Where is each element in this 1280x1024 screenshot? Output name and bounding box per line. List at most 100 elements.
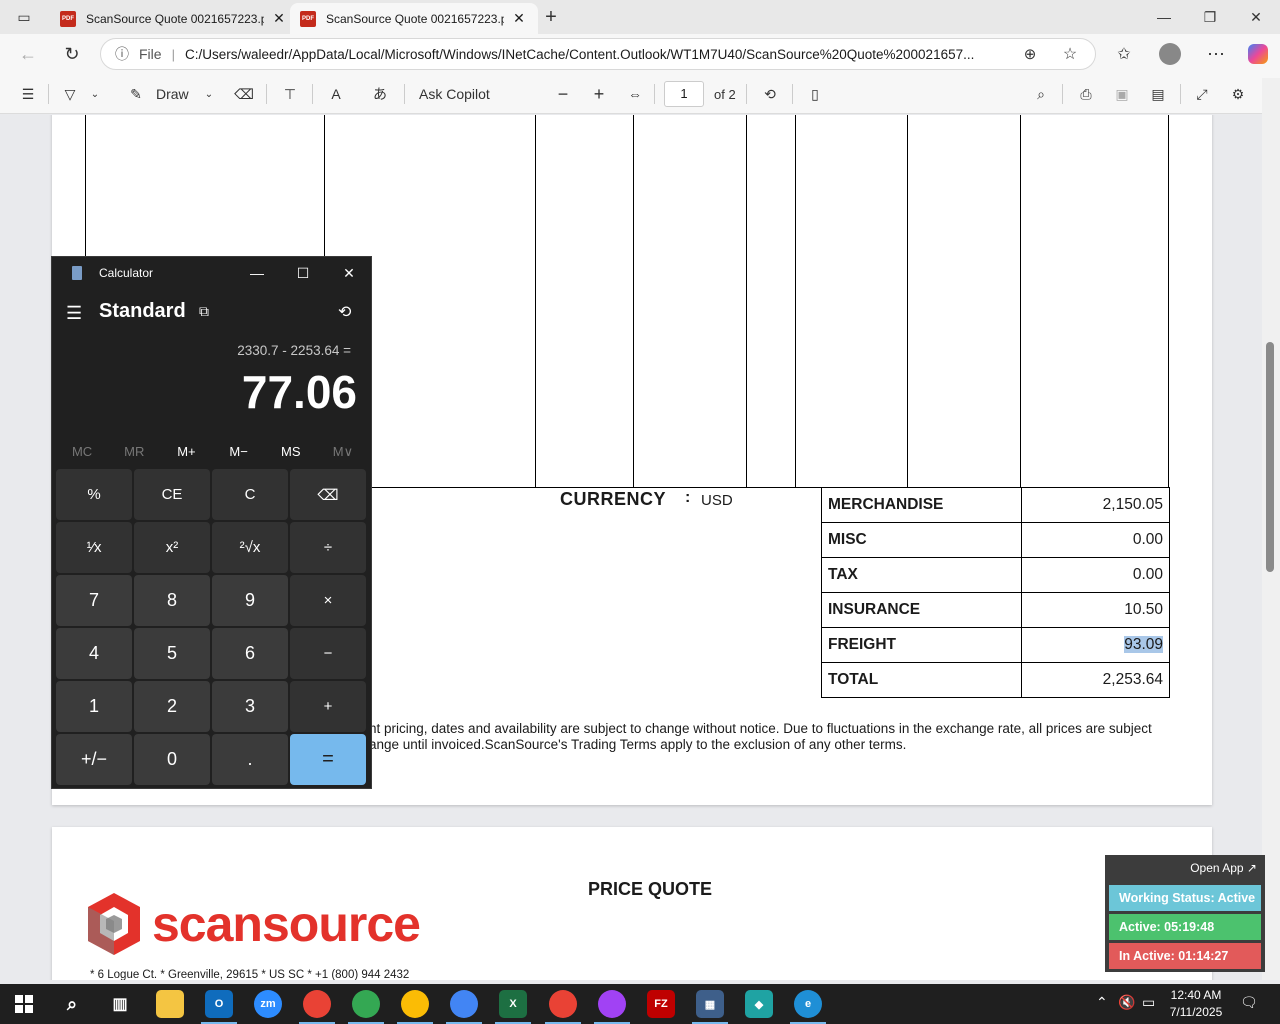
- equals-button[interactable]: =: [290, 734, 366, 785]
- square-root-button[interactable]: ²√x: [212, 522, 288, 573]
- reciprocal-button[interactable]: ¹⁄x: [56, 522, 132, 573]
- favorite-star-icon[interactable]: ☆: [1056, 40, 1084, 68]
- url-field[interactable]: ⓘ File | C:/Users/waleedr/AppData/Local/…: [100, 38, 1096, 70]
- digit-2-button[interactable]: 2: [134, 681, 210, 732]
- chrome-profile-icon[interactable]: [401, 990, 429, 1018]
- fullscreen-icon[interactable]: ⤢: [1190, 82, 1214, 106]
- outlook-icon[interactable]: O: [205, 990, 233, 1018]
- selected-text[interactable]: 93.09: [1124, 636, 1163, 653]
- digit-7-button[interactable]: 7: [56, 575, 132, 626]
- edge-icon[interactable]: e: [794, 990, 822, 1018]
- close-window-icon[interactable]: ✕: [1233, 0, 1279, 34]
- back-icon[interactable]: ←: [14, 40, 42, 68]
- hamburger-menu-icon[interactable]: ☰: [66, 303, 82, 324]
- network-icon[interactable]: ▭: [1142, 994, 1155, 1011]
- percent-button[interactable]: %: [56, 469, 132, 520]
- text-box-icon[interactable]: ⊤: [278, 82, 302, 106]
- profile-avatar[interactable]: [1156, 40, 1184, 68]
- restore-icon[interactable]: ❐: [1187, 0, 1233, 34]
- digit-0-button[interactable]: 0: [134, 734, 210, 785]
- rotate-icon[interactable]: ⟲: [758, 82, 782, 106]
- fit-width-icon[interactable]: ⇔: [623, 82, 647, 106]
- ask-copilot-button[interactable]: Ask Copilot: [419, 82, 490, 106]
- file-explorer-icon[interactable]: [156, 990, 184, 1018]
- zoom-in-icon[interactable]: +: [587, 82, 611, 106]
- digit-4-button[interactable]: 4: [56, 628, 132, 679]
- minimize-icon[interactable]: —: [234, 261, 280, 285]
- zoom-icon[interactable]: ⊕: [1016, 40, 1044, 68]
- page-number-input[interactable]: 1: [664, 81, 704, 107]
- totals-value-selected[interactable]: 93.09: [1021, 627, 1170, 663]
- draw-icon[interactable]: ✎: [124, 82, 148, 106]
- digit-8-button[interactable]: 8: [134, 575, 210, 626]
- chevron-down-icon[interactable]: ⌄: [200, 82, 218, 106]
- zoom-app-icon[interactable]: zm: [254, 990, 282, 1018]
- chrome-profile-icon[interactable]: [598, 990, 626, 1018]
- filezilla-icon[interactable]: FZ: [647, 990, 675, 1018]
- keep-on-top-icon[interactable]: ⧉: [199, 303, 209, 320]
- memory-list-button[interactable]: M∨: [317, 441, 369, 463]
- digit-6-button[interactable]: 6: [212, 628, 288, 679]
- favorites-icon[interactable]: ✩: [1110, 40, 1138, 68]
- vertical-scrollbar[interactable]: [1262, 78, 1280, 980]
- digit-3-button[interactable]: 3: [212, 681, 288, 732]
- digit-1-button[interactable]: 1: [56, 681, 132, 732]
- multiply-button[interactable]: ×: [290, 575, 366, 626]
- new-tab-icon[interactable]: +: [538, 5, 564, 29]
- chrome-profile-icon[interactable]: [450, 990, 478, 1018]
- search-icon[interactable]: ⌕: [58, 990, 86, 1018]
- app-icon[interactable]: ◆: [745, 990, 773, 1018]
- highlight-icon[interactable]: ▽: [58, 82, 82, 106]
- save-as-icon[interactable]: ▤: [1146, 82, 1170, 106]
- task-view-icon[interactable]: ▥: [106, 990, 134, 1018]
- history-icon[interactable]: ⟲: [338, 302, 351, 322]
- memory-add-button[interactable]: M+: [160, 441, 212, 463]
- copilot-icon[interactable]: [1244, 40, 1272, 68]
- close-icon[interactable]: ✕: [510, 10, 528, 27]
- digit-5-button[interactable]: 5: [134, 628, 210, 679]
- decimal-button[interactable]: .: [212, 734, 288, 785]
- clear-entry-button[interactable]: CE: [134, 469, 210, 520]
- page-view-icon[interactable]: ▯: [803, 82, 827, 106]
- windows-start-icon[interactable]: [10, 990, 38, 1018]
- tab-1[interactable]: PDF ScanSource Quote 0021657223.pdf ✕: [50, 3, 298, 34]
- calculator-taskbar-icon[interactable]: ▦: [696, 990, 724, 1018]
- excel-icon[interactable]: X: [499, 990, 527, 1018]
- zoom-out-icon[interactable]: −: [551, 82, 575, 106]
- tab-2[interactable]: PDF ScanSource Quote 0021657223.pdf ✕: [290, 3, 538, 34]
- chrome-profile-icon[interactable]: [352, 990, 380, 1018]
- subtract-button[interactable]: −: [290, 628, 366, 679]
- settings-gear-icon[interactable]: ⚙: [1226, 82, 1250, 106]
- maximize-icon[interactable]: ☐: [280, 261, 326, 285]
- show-hidden-icons-icon[interactable]: ⌃: [1096, 994, 1108, 1011]
- search-icon[interactable]: ⌕: [1029, 82, 1053, 106]
- divide-button[interactable]: ÷: [290, 522, 366, 573]
- contents-icon[interactable]: ☰: [16, 82, 40, 106]
- memory-clear-button[interactable]: MC: [56, 441, 108, 463]
- open-app-link[interactable]: Open App ↗: [1190, 861, 1257, 875]
- print-icon[interactable]: ⎙: [1074, 82, 1098, 106]
- refresh-icon[interactable]: ↻: [58, 40, 86, 68]
- draw-button[interactable]: Draw: [156, 82, 189, 106]
- close-icon[interactable]: ✕: [326, 261, 372, 285]
- backspace-button[interactable]: ⌫: [290, 469, 366, 520]
- square-button[interactable]: x²: [134, 522, 210, 573]
- volume-muted-icon[interactable]: 🔇: [1118, 994, 1135, 1011]
- read-aloud-icon[interactable]: A: [324, 82, 348, 106]
- tab-actions-icon[interactable]: ▭: [12, 5, 36, 29]
- memory-recall-button[interactable]: MR: [108, 441, 160, 463]
- notifications-icon[interactable]: 🗨: [1240, 994, 1258, 1011]
- digit-9-button[interactable]: 9: [212, 575, 288, 626]
- add-button[interactable]: +: [290, 681, 366, 732]
- clear-button[interactable]: C: [212, 469, 288, 520]
- memory-store-button[interactable]: MS: [265, 441, 317, 463]
- chevron-down-icon[interactable]: ⌄: [86, 82, 104, 106]
- calculator-titlebar[interactable]: Calculator — ☐ ✕: [52, 257, 373, 289]
- eraser-icon[interactable]: ⌫: [232, 82, 256, 106]
- save-icon[interactable]: ▣: [1110, 82, 1134, 106]
- memory-subtract-button[interactable]: M−: [213, 441, 265, 463]
- negate-button[interactable]: +/−: [56, 734, 132, 785]
- close-icon[interactable]: ✕: [270, 10, 288, 27]
- scrollbar-thumb[interactable]: [1266, 342, 1274, 572]
- info-icon[interactable]: ⓘ: [115, 44, 133, 64]
